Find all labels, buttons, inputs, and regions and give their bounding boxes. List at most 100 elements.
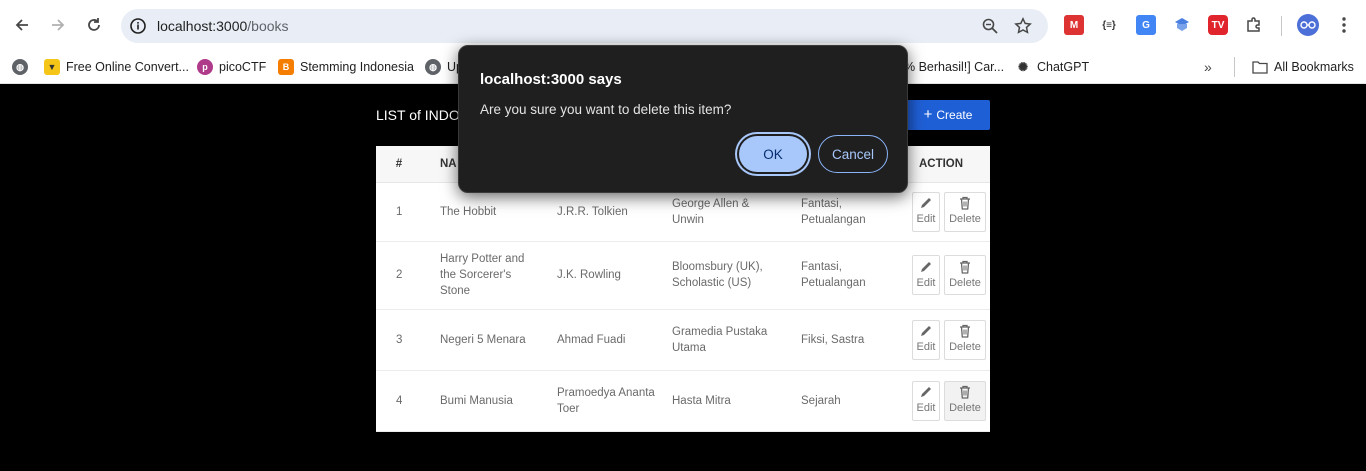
bookmark-chatgpt[interactable]: ✺ ChatGPT bbox=[1015, 57, 1089, 77]
bookmark-label: % Berhasil!] Car... bbox=[904, 60, 1005, 74]
bookmark-berhasil[interactable]: % Berhasil!] Car... bbox=[904, 57, 1004, 77]
extensions-puzzle-icon[interactable] bbox=[1244, 15, 1264, 35]
bookmark-globe[interactable]: ◍ bbox=[12, 57, 28, 77]
extension-translate-icon[interactable]: G bbox=[1136, 15, 1156, 35]
delete-label: Delete bbox=[949, 341, 981, 353]
cell-name: Negeri 5 Menara bbox=[422, 309, 549, 371]
bookmark-stemming-indonesia[interactable]: B Stemming Indonesia bbox=[278, 57, 414, 77]
all-bookmarks-button[interactable]: All Bookmarks bbox=[1252, 57, 1354, 77]
site-info-icon[interactable] bbox=[129, 17, 147, 35]
dialog-title: localhost:3000 says bbox=[480, 71, 622, 88]
delete-button[interactable]: Delete bbox=[944, 191, 986, 232]
table-row: 3 Negeri 5 Menara Ahmad Fuadi Gramedia P… bbox=[376, 309, 990, 371]
trash-icon bbox=[960, 385, 970, 399]
delete-label: Delete bbox=[949, 213, 981, 225]
table-row: 2 Harry Potter and the Sorcerer's Stone … bbox=[376, 241, 990, 310]
cell-author: Ahmad Fuadi bbox=[549, 309, 664, 371]
edit-button[interactable]: Edit bbox=[912, 319, 940, 360]
action-group: Edit Delete bbox=[892, 380, 986, 421]
bookmark-free-online-convert[interactable]: ▼ Free Online Convert... bbox=[44, 57, 189, 77]
cell-name: Bumi Manusia bbox=[422, 370, 549, 432]
cell-genre: Fantasi, Petualangan bbox=[793, 241, 892, 310]
action-group: Edit Delete bbox=[892, 255, 986, 295]
profile-avatar-icon[interactable] bbox=[1297, 14, 1319, 36]
delete-button[interactable]: Delete bbox=[944, 380, 986, 421]
reload-icon bbox=[88, 18, 100, 31]
bookmark-label: Stemming Indonesia bbox=[300, 60, 414, 74]
trash-icon bbox=[960, 260, 970, 274]
edit-label: Edit bbox=[916, 213, 936, 225]
cell-action: Edit Delete bbox=[892, 182, 990, 242]
folder-icon bbox=[1252, 61, 1268, 74]
bookmark-star-icon[interactable] bbox=[1014, 17, 1032, 35]
action-group: Edit Delete bbox=[892, 319, 986, 360]
pencil-icon bbox=[921, 387, 931, 397]
back-button[interactable] bbox=[10, 13, 34, 37]
url-text: localhost:3000/books bbox=[157, 18, 289, 34]
cell-number: 1 bbox=[376, 182, 422, 242]
all-bookmarks-label: All Bookmarks bbox=[1274, 60, 1354, 74]
bookmark-label: ChatGPT bbox=[1037, 60, 1090, 74]
delete-button[interactable]: Delete bbox=[944, 319, 986, 360]
free-online-convert-favicon: ▼ bbox=[44, 59, 60, 75]
zoom-icon[interactable] bbox=[981, 17, 999, 35]
cell-action: Edit Delete bbox=[892, 309, 990, 371]
cell-action: Edit Delete bbox=[892, 370, 990, 432]
create-button[interactable]: + Create bbox=[906, 100, 990, 130]
pencil-icon bbox=[921, 261, 931, 272]
picoctf-favicon: p bbox=[197, 59, 213, 75]
browser-menu-icon[interactable] bbox=[1334, 15, 1354, 35]
globe-icon: ◍ bbox=[425, 59, 441, 75]
reload-button[interactable] bbox=[82, 13, 106, 37]
cancel-button[interactable]: Cancel bbox=[818, 135, 888, 173]
more-bookmarks-button[interactable]: » bbox=[1204, 57, 1212, 77]
extension-mendeley-icon[interactable]: M bbox=[1064, 15, 1084, 35]
column-header-number: # bbox=[376, 146, 422, 183]
forward-button[interactable] bbox=[46, 13, 70, 37]
delete-label: Delete bbox=[949, 402, 981, 414]
address-bar[interactable]: localhost:3000/books bbox=[121, 9, 1048, 43]
delete-button[interactable]: Delete bbox=[944, 255, 986, 295]
edit-button[interactable]: Edit bbox=[912, 255, 940, 295]
dialog-message: Are you sure you want to delete this ite… bbox=[480, 102, 732, 117]
cell-number: 4 bbox=[376, 370, 422, 432]
globe-icon: ◍ bbox=[12, 59, 28, 75]
plus-icon: + bbox=[923, 106, 933, 123]
bookmark-label: Free Online Convert... bbox=[66, 60, 189, 74]
cell-publisher: Hasta Mitra bbox=[664, 370, 793, 432]
url-path: /books bbox=[247, 18, 289, 34]
pencil-icon bbox=[921, 198, 931, 208]
ok-button[interactable]: OK bbox=[739, 136, 807, 172]
edit-button[interactable]: Edit bbox=[912, 191, 940, 232]
pencil-icon bbox=[921, 326, 931, 336]
cell-author: J.K. Rowling bbox=[549, 241, 664, 310]
forward-arrow-icon bbox=[52, 19, 65, 31]
cell-genre: Fiksi, Sastra bbox=[793, 309, 892, 371]
trash-icon bbox=[960, 324, 970, 338]
browser-toolbar: localhost:3000/books M {≡} G TV bbox=[0, 0, 1366, 50]
cell-publisher: Gramedia Pustaka Utama bbox=[664, 309, 793, 371]
cell-publisher: Bloomsbury (UK), Scholastic (US) bbox=[664, 241, 793, 310]
bookmarks-divider bbox=[1234, 57, 1235, 77]
extension-json-icon[interactable]: {≡} bbox=[1099, 15, 1119, 35]
cell-genre: Sejarah bbox=[793, 370, 892, 432]
back-arrow-icon bbox=[15, 19, 28, 31]
blogger-favicon: B bbox=[278, 59, 294, 75]
cell-name: Harry Potter and the Sorcerer's Stone bbox=[422, 241, 549, 310]
delete-label: Delete bbox=[949, 276, 981, 289]
edit-button[interactable]: Edit bbox=[912, 380, 940, 421]
trash-icon bbox=[960, 196, 970, 210]
cell-author: Pramoedya Ananta Toer bbox=[549, 370, 664, 432]
extension-tv-icon[interactable]: TV bbox=[1208, 15, 1228, 35]
table-row: 4 Bumi Manusia Pramoedya Ananta Toer Has… bbox=[376, 370, 990, 432]
toolbar-divider bbox=[1281, 16, 1282, 36]
extension-shield-icon[interactable] bbox=[1172, 15, 1192, 35]
cell-action: Edit Delete bbox=[892, 241, 990, 310]
action-group: Edit Delete bbox=[892, 191, 986, 232]
url-host: localhost:3000 bbox=[157, 18, 248, 34]
bookmark-picoctf[interactable]: p picoCTF bbox=[197, 57, 266, 77]
bookmark-label: picoCTF bbox=[219, 60, 267, 74]
edit-label: Edit bbox=[916, 341, 936, 353]
confirm-dialog: localhost:3000 says Are you sure you wan… bbox=[458, 45, 908, 193]
edit-label: Edit bbox=[916, 402, 936, 414]
